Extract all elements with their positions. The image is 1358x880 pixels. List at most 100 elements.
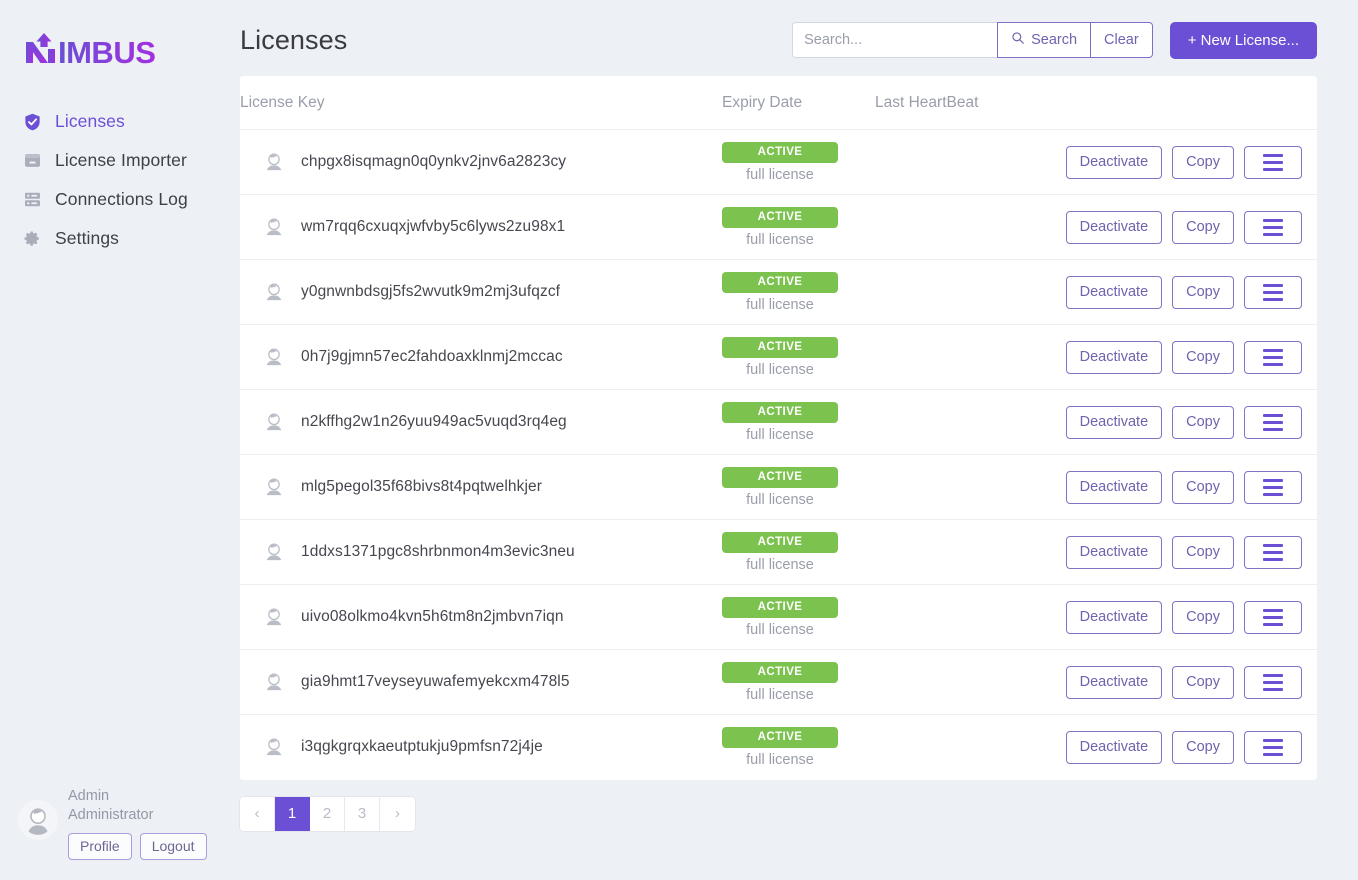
search-input[interactable] xyxy=(792,22,998,58)
deactivate-button[interactable]: Deactivate xyxy=(1065,470,1163,504)
copy-button[interactable]: Copy xyxy=(1172,730,1234,764)
pagination-next[interactable]: › xyxy=(380,796,415,831)
row-menu-button[interactable] xyxy=(1244,535,1302,569)
deactivate-button[interactable]: Deactivate xyxy=(1065,730,1163,764)
row-avatar-icon xyxy=(260,278,288,306)
copy-button[interactable]: Copy xyxy=(1172,340,1234,374)
magnifier-icon xyxy=(1011,31,1025,49)
main-content: Licenses Search Clear xyxy=(240,0,1358,880)
column-header-last-heartbeat: Last HeartBeat xyxy=(875,76,1058,130)
cell-license-key: uivo08olkmo4kvn5h6tm8n2jmbvn7iqn xyxy=(240,584,722,650)
user-avatar-icon xyxy=(266,478,282,496)
row-avatar-icon xyxy=(260,733,288,761)
status-badge: ACTIVE xyxy=(722,206,838,228)
logout-button[interactable]: Logout xyxy=(139,833,207,860)
cell-last-heartbeat xyxy=(875,714,1058,780)
pagination-page-1[interactable]: 1 xyxy=(275,796,310,831)
copy-button[interactable]: Copy xyxy=(1172,405,1234,439)
user-avatar-icon xyxy=(266,283,282,301)
avatar xyxy=(18,800,58,840)
sidebar-item-label: Settings xyxy=(55,228,120,248)
page-header: Licenses Search Clear xyxy=(240,0,1317,76)
deactivate-button[interactable]: Deactivate xyxy=(1065,405,1163,439)
status-badge: ACTIVE xyxy=(722,726,838,748)
user-second-line: Administrator xyxy=(68,807,154,823)
cell-actions: Deactivate Copy xyxy=(1058,389,1317,455)
cell-license-key: n2kffhg2w1n26yuu949ac5vuqd3rq4eg xyxy=(240,389,722,455)
deactivate-button[interactable]: Deactivate xyxy=(1065,210,1163,244)
status-badge-sublabel: full license xyxy=(746,491,814,508)
user-avatar-icon xyxy=(266,543,282,561)
deactivate-button[interactable]: Deactivate xyxy=(1065,145,1163,179)
cell-expiry-date: ACTIVE full license xyxy=(722,129,875,195)
table-row: uivo08olkmo4kvn5h6tm8n2jmbvn7iqn ACTIVE … xyxy=(240,584,1317,650)
clear-button[interactable]: Clear xyxy=(1091,22,1153,58)
row-menu-button[interactable] xyxy=(1244,275,1302,309)
status-badge: ACTIVE xyxy=(722,466,838,488)
license-key-text: mlg5pegol35f68bivs8t4pqtwelhkjer xyxy=(301,478,543,495)
row-menu-button[interactable] xyxy=(1244,730,1302,764)
cell-expiry-date: ACTIVE full license xyxy=(722,324,875,390)
copy-button[interactable]: Copy xyxy=(1172,535,1234,569)
cell-license-key: wm7rqq6cxuqxjwfvby5c6lyws2zu98x1 xyxy=(240,194,722,260)
cell-actions: Deactivate Copy xyxy=(1058,194,1317,260)
copy-button[interactable]: Copy xyxy=(1172,600,1234,634)
sidebar-item-connections-log[interactable]: Connections Log xyxy=(0,180,240,219)
copy-button[interactable]: Copy xyxy=(1172,210,1234,244)
deactivate-button[interactable]: Deactivate xyxy=(1065,535,1163,569)
copy-button[interactable]: Copy xyxy=(1172,470,1234,504)
deactivate-button[interactable]: Deactivate xyxy=(1065,600,1163,634)
row-menu-button[interactable] xyxy=(1244,340,1302,374)
status-badge-sublabel: full license xyxy=(746,166,814,183)
user-avatar-icon xyxy=(266,153,282,171)
deactivate-button[interactable]: Deactivate xyxy=(1065,665,1163,699)
cell-actions: Deactivate Copy xyxy=(1058,519,1317,585)
row-menu-button[interactable] xyxy=(1244,210,1302,244)
deactivate-button[interactable]: Deactivate xyxy=(1065,340,1163,374)
sidebar-item-licenses[interactable]: Licenses xyxy=(0,102,240,141)
cell-expiry-date: ACTIVE full license xyxy=(722,454,875,520)
status-badge: ACTIVE xyxy=(722,531,838,553)
license-key-text: wm7rqq6cxuqxjwfvby5c6lyws2zu98x1 xyxy=(301,218,566,235)
profile-button[interactable]: Profile xyxy=(68,833,132,860)
sidebar-item-settings[interactable]: Settings xyxy=(0,219,240,258)
pagination-page-2[interactable]: 2 xyxy=(310,796,345,831)
row-menu-button[interactable] xyxy=(1244,470,1302,504)
status-badge: ACTIVE xyxy=(722,271,838,293)
pagination-page-3[interactable]: 3 xyxy=(345,796,380,831)
hamburger-menu-icon xyxy=(1263,283,1283,301)
row-menu-button[interactable] xyxy=(1244,665,1302,699)
cell-license-key: mlg5pegol35f68bivs8t4pqtwelhkjer xyxy=(240,454,722,520)
row-avatar-icon xyxy=(260,538,288,566)
app-root: IMBUS Licenses License Importer Connecti… xyxy=(0,0,1358,880)
copy-button[interactable]: Copy xyxy=(1172,145,1234,179)
row-menu-button[interactable] xyxy=(1244,405,1302,439)
hamburger-menu-icon xyxy=(1263,543,1283,561)
cell-last-heartbeat xyxy=(875,454,1058,520)
sidebar-item-license-importer[interactable]: License Importer xyxy=(0,141,240,180)
sidebar-item-label: Connections Log xyxy=(55,189,188,209)
pagination-prev[interactable]: ‹ xyxy=(240,796,275,831)
svg-text:IMBUS: IMBUS xyxy=(58,35,155,67)
user-avatar-icon xyxy=(266,673,282,691)
row-avatar-icon xyxy=(260,408,288,436)
license-key-text: i3qgkgrqxkaeutptukju9pmfsn72j4je xyxy=(301,738,543,756)
row-menu-button[interactable] xyxy=(1244,145,1302,179)
status-badge-sublabel: full license xyxy=(746,556,814,573)
table-row: i3qgkgrqxkaeutptukju9pmfsn72j4je ACTIVE … xyxy=(240,714,1317,780)
gear-icon xyxy=(22,229,42,249)
cell-actions: Deactivate Copy xyxy=(1058,259,1317,325)
row-menu-button[interactable] xyxy=(1244,600,1302,634)
new-license-button[interactable]: + New License... xyxy=(1169,21,1317,59)
table-row: chpgx8isqmagn0q0ynkv2jnv6a2823cy ACTIVE … xyxy=(240,129,1317,195)
copy-button[interactable]: Copy xyxy=(1172,275,1234,309)
copy-button[interactable]: Copy xyxy=(1172,665,1234,699)
row-avatar-icon xyxy=(260,473,288,501)
table-head: License Key Expiry Date Last HeartBeat xyxy=(240,76,1317,130)
cell-expiry-date: ACTIVE full license xyxy=(722,519,875,585)
deactivate-button[interactable]: Deactivate xyxy=(1065,275,1163,309)
header-actions: Search Clear + New License... xyxy=(792,21,1317,59)
search-button[interactable]: Search xyxy=(997,22,1092,58)
table-row: 0h7j9gjmn57ec2fahdoaxklnmj2mccac ACTIVE … xyxy=(240,324,1317,390)
table-row: gia9hmt17veyseyuwafemyekcxm478l5 ACTIVE … xyxy=(240,649,1317,715)
